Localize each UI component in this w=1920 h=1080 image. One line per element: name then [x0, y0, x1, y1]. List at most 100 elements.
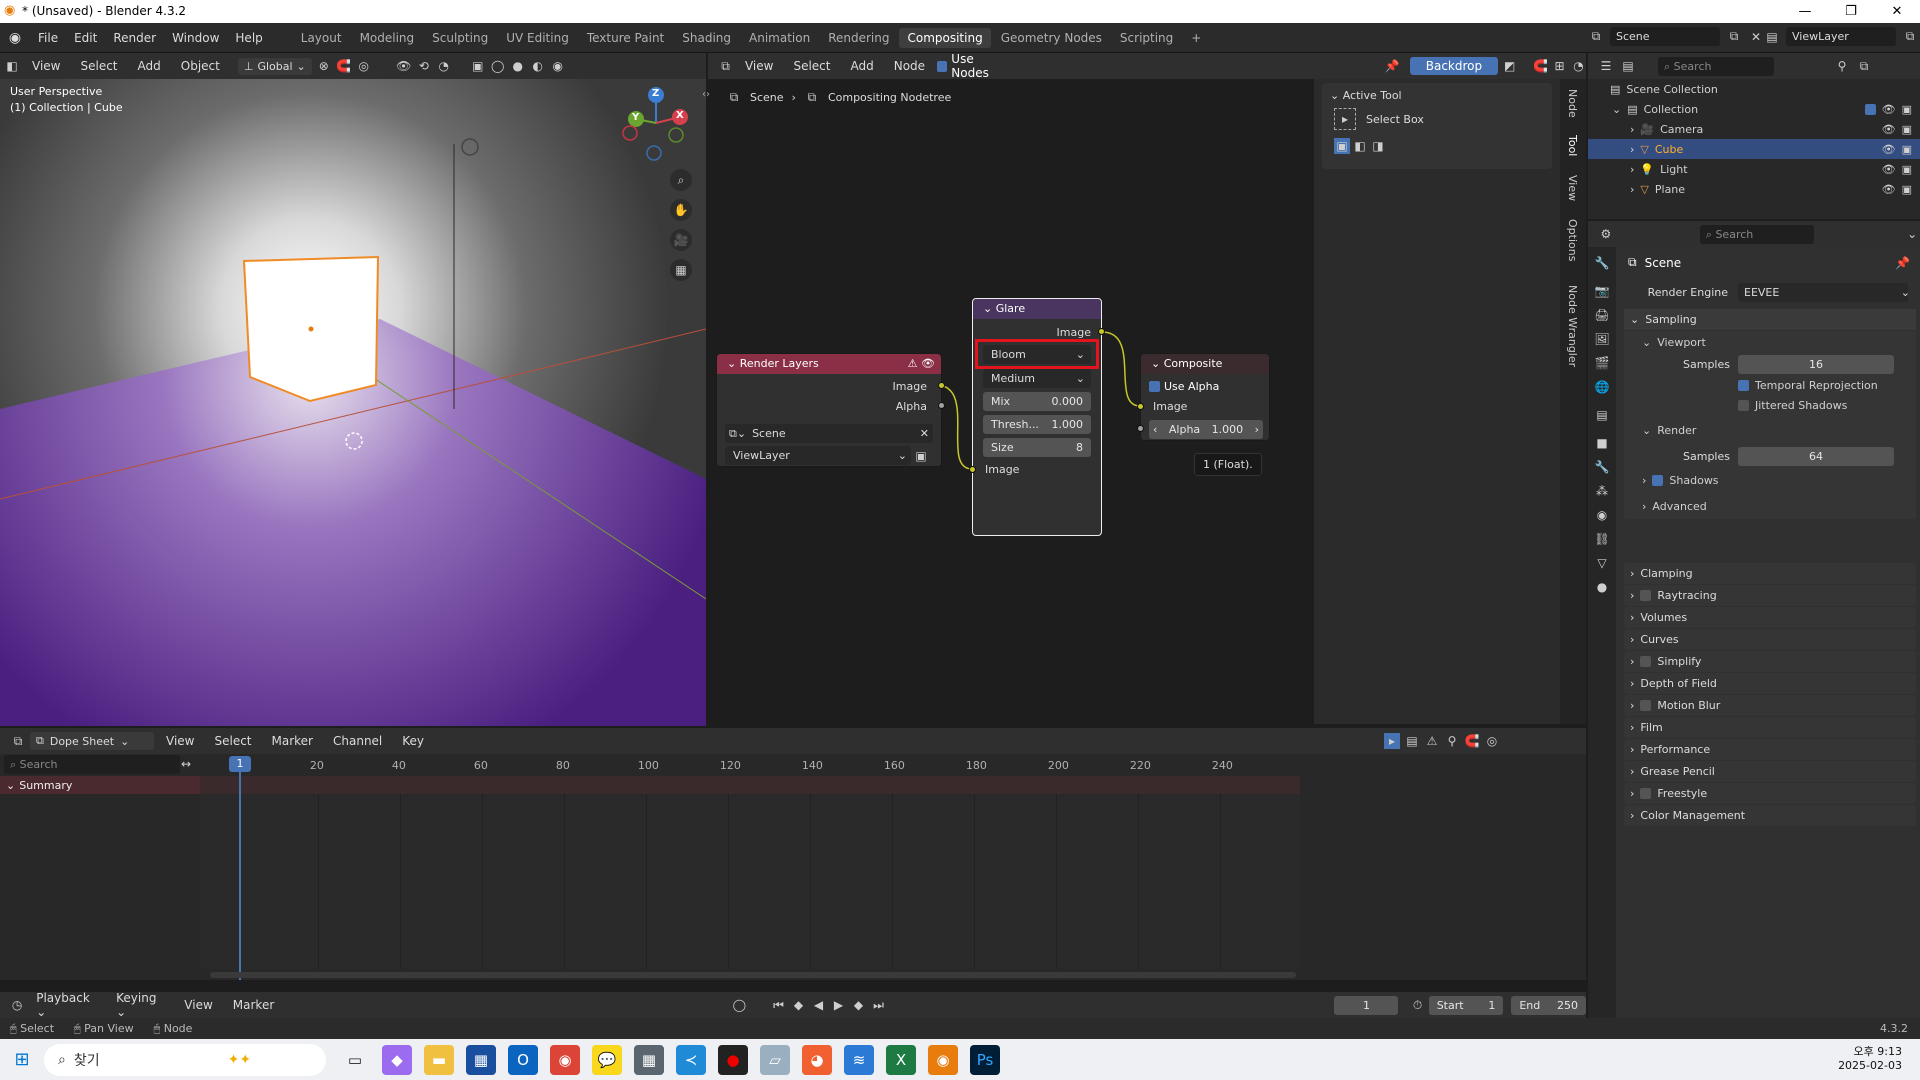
render-layers-node[interactable]: ⌄ Render Layers ⚠ 👁 Image Alpha ⧉⌄ Scene…	[716, 353, 945, 467]
composite-node[interactable]: ⌄ Composite Use Alpha Image ‹ Alpha 1.00…	[1137, 353, 1270, 441]
section-motion-blur[interactable]: › Motion Blur	[1624, 695, 1916, 717]
rendered-shading-icon[interactable]: ◉	[550, 58, 566, 74]
menu-render[interactable]: Render	[105, 31, 164, 45]
exclude-checkbox[interactable]	[1864, 103, 1876, 115]
tab-tool[interactable]: Tool	[1566, 135, 1579, 156]
section-checkbox[interactable]	[1640, 788, 1652, 799]
menu-window[interactable]: Window	[164, 31, 227, 45]
playhead-line[interactable]	[239, 756, 241, 980]
composite-image-socket[interactable]	[1137, 403, 1144, 410]
dopesheet-menu-channel[interactable]: Channel	[325, 734, 390, 748]
keyframe-area[interactable]	[200, 794, 1300, 969]
timeline-menu-keying[interactable]: Keying ⌄	[108, 991, 172, 1019]
constraints-tab-icon[interactable]: ⛓	[1594, 531, 1610, 547]
menu-help[interactable]: Help	[227, 31, 270, 45]
vscode-icon[interactable]: ≺	[676, 1044, 706, 1075]
expand-icon[interactable]: ⌄	[1612, 103, 1621, 116]
filter-icon[interactable]: ⚲	[1444, 733, 1460, 749]
start-frame-field[interactable]: Start 1	[1428, 995, 1504, 1015]
viewport-menu-select[interactable]: Select	[72, 59, 125, 73]
camera-view-icon[interactable]: 🎥	[670, 229, 692, 251]
next-keyframe-icon[interactable]: ◆	[850, 997, 866, 1013]
properties-type-icon[interactable]: ⚙	[1598, 226, 1614, 242]
close-button[interactable]: ✕	[1874, 0, 1920, 23]
select-subtract-icon[interactable]: ◨	[1370, 138, 1386, 154]
section-checkbox[interactable]	[1640, 656, 1652, 667]
collection-tab-icon[interactable]: ▤	[1594, 407, 1610, 423]
summary-channel[interactable]: ⌄ Summary	[0, 776, 200, 794]
new-scene-icon[interactable]: ⧉	[1726, 29, 1742, 45]
outliner-item-plane[interactable]: › ▽ Plane 👁 ▣	[1588, 179, 1920, 199]
tab-shading[interactable]: Shading	[674, 28, 739, 48]
viewport-menu-view[interactable]: View	[24, 59, 68, 73]
eye-icon[interactable]: 👁	[1882, 143, 1896, 156]
play-reverse-icon[interactable]: ◀	[810, 997, 826, 1013]
temporal-reprojection-checkbox[interactable]	[1738, 379, 1749, 391]
particles-tab-icon[interactable]: ⁂	[1594, 483, 1610, 499]
tab-texture-paint[interactable]: Texture Paint	[579, 28, 672, 48]
glare-image-in-socket[interactable]	[969, 466, 976, 473]
photoshop-icon[interactable]: Ps	[970, 1044, 1000, 1075]
excel-icon[interactable]: X	[886, 1044, 916, 1075]
backdrop-channels-icon[interactable]: ◩	[1502, 58, 1517, 74]
tab-rendering[interactable]: Rendering	[820, 28, 897, 48]
visibility-icon[interactable]: 👁	[396, 58, 412, 74]
zoom-icon[interactable]: ⌕	[670, 169, 692, 191]
expand-icon[interactable]: ›	[1630, 143, 1634, 156]
glare-type-dropdown[interactable]: Bloom ⌄	[983, 345, 1091, 364]
dopesheet-mode-dropdown[interactable]: ⧉ Dope Sheet ⌄	[30, 732, 154, 750]
system-clock[interactable]: 오후 9:13 2025-02-03	[1838, 1043, 1902, 1072]
dopesheet-menu-key[interactable]: Key	[394, 734, 432, 748]
tab-node-wrangler[interactable]: Node Wrangler	[1566, 285, 1579, 367]
object-tab-icon[interactable]: ■	[1594, 435, 1610, 451]
taskbar-search[interactable]: ⌕ 찾기 ✦✦	[44, 1043, 326, 1076]
shadows-subpanel[interactable]: › Shadows	[1624, 467, 1916, 493]
tab-layout[interactable]: Layout	[293, 28, 350, 48]
overlay-node-icon[interactable]: ◔	[1571, 58, 1586, 74]
kakaotalk-icon[interactable]: 💬	[592, 1044, 622, 1075]
glare-mix-field[interactable]: Mix 0.000	[983, 392, 1091, 411]
solid-shading-icon[interactable]: ●	[510, 58, 526, 74]
snap-icon[interactable]: 🧲	[336, 58, 352, 74]
section-performance[interactable]: › Performance	[1624, 739, 1916, 761]
options-chevron-icon[interactable]: ⌄	[1904, 226, 1920, 242]
outliner-item-light[interactable]: › 💡 Light 👁 ▣	[1588, 159, 1920, 179]
section-freestyle[interactable]: › Freestyle	[1624, 783, 1916, 805]
timeline-menu-playback[interactable]: Playback ⌄	[28, 991, 104, 1019]
copilot-icon[interactable]: ◆	[382, 1044, 412, 1075]
use-alpha-checkbox[interactable]	[1149, 381, 1160, 392]
eye-icon[interactable]: 👁	[1882, 103, 1896, 116]
scene-collection-row[interactable]: ▤ Scene Collection	[1610, 79, 1920, 99]
modifier-tab-icon[interactable]: 🔧	[1594, 459, 1610, 475]
glare-node[interactable]: ⌄ Glare Image Bloom ⌄ Medium ⌄ Mix 0.000 …	[969, 298, 1105, 536]
physics-tab-icon[interactable]: ◉	[1594, 507, 1610, 523]
file-explorer-icon[interactable]: ▬	[424, 1044, 454, 1075]
tab-uv-editing[interactable]: UV Editing	[498, 28, 577, 48]
section-film[interactable]: › Film	[1624, 717, 1916, 739]
outliner-type-icon[interactable]: ☰	[1598, 58, 1614, 74]
expand-icon[interactable]: ›	[1630, 123, 1634, 136]
composite-alpha-field[interactable]: ‹ Alpha 1.000 ›	[1149, 420, 1263, 439]
composite-alpha-socket[interactable]	[1137, 425, 1144, 432]
timeline-menu-marker[interactable]: Marker	[225, 998, 282, 1012]
snap-node-icon[interactable]: 🧲	[1533, 58, 1548, 74]
dopesheet-menu-marker[interactable]: Marker	[264, 734, 321, 748]
filter-icon[interactable]: ⚲	[1834, 58, 1850, 74]
advanced-subpanel[interactable]: › Advanced	[1624, 493, 1916, 519]
firefox-icon[interactable]: ◕	[802, 1044, 832, 1075]
render-button-icon[interactable]: ▣	[913, 448, 929, 464]
data-tab-icon[interactable]: ▽	[1594, 555, 1610, 571]
render-subpanel-header[interactable]: ⌄ Render	[1624, 415, 1916, 445]
pan-hand-icon[interactable]: ✋	[670, 199, 692, 221]
tab-view[interactable]: View	[1566, 175, 1579, 201]
section-curves[interactable]: › Curves	[1624, 629, 1916, 651]
world-tab-icon[interactable]: 🌐	[1594, 379, 1610, 395]
windows-start-icon[interactable]: ⊞	[0, 1039, 44, 1080]
show-hidden-icon[interactable]: ▤	[1404, 733, 1420, 749]
store-icon[interactable]: ▦	[466, 1044, 496, 1075]
render-icon[interactable]: ▣	[1902, 163, 1912, 176]
glare-size-field[interactable]: Size 8	[983, 438, 1091, 457]
increment-icon[interactable]: ›	[1255, 420, 1259, 439]
tab-options[interactable]: Options	[1566, 219, 1579, 261]
select-new-icon[interactable]: ▣	[1334, 138, 1350, 154]
